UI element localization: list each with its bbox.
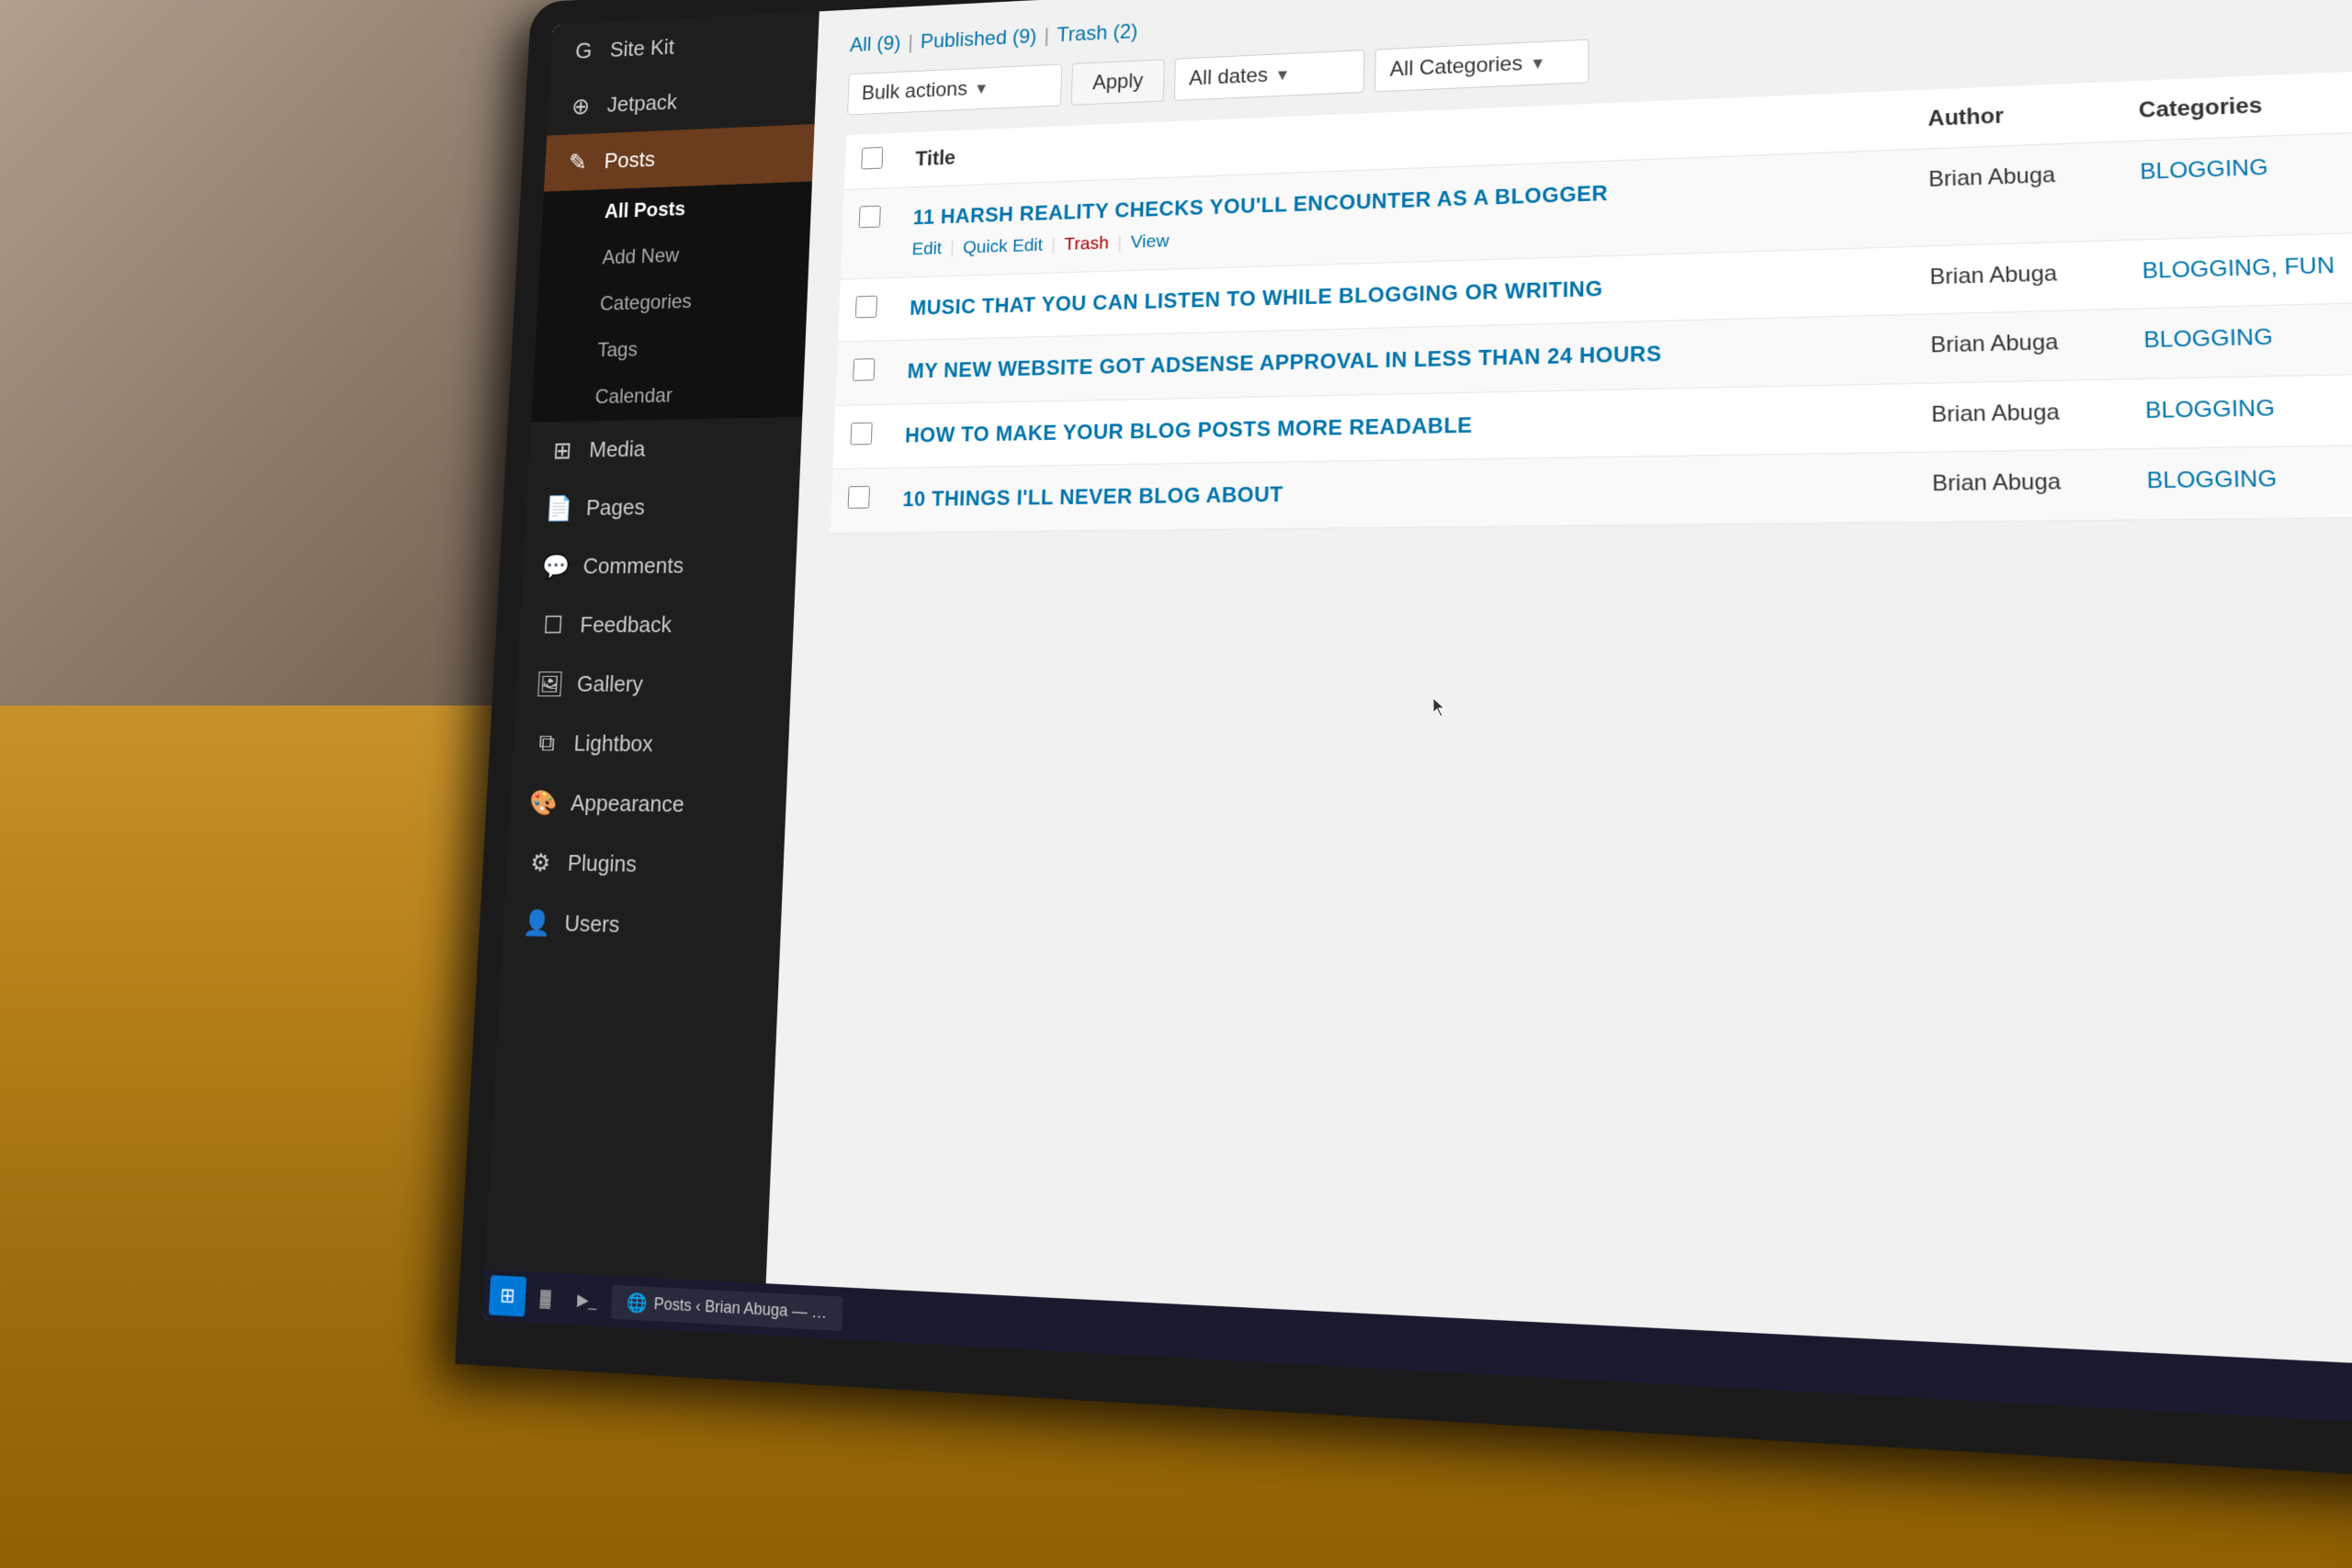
submenu-all-posts[interactable]: All Posts [588,181,812,235]
sep1: | [908,31,913,54]
row-checkbox-cell [832,404,889,469]
sidebar-label-comments: Comments [582,552,684,580]
action-separator: | [950,238,956,258]
action-separator: | [1051,234,1057,254]
feedback-icon: ☐ [538,611,569,639]
post-title-4[interactable]: HOW TO MAKE YOUR BLOG POSTS MORE READABL… [905,402,1894,450]
post-action-quick-edit[interactable]: Quick Edit [963,235,1044,258]
col-categories-header: Categories [2119,69,2352,141]
post-author-cell: Brian Abuga [1910,240,2123,314]
post-checkbox-2[interactable] [855,295,877,318]
appearance-icon: 🎨 [528,788,559,817]
sidebar-label-pages: Pages [585,494,645,521]
sidebar-label-posts: Posts [604,146,656,174]
pages-icon: 📄 [545,494,574,523]
sidebar-item-comments[interactable]: 💬 Comments [522,535,797,595]
sidebar-item-pages[interactable]: 📄 Pages [525,476,799,537]
post-title-5[interactable]: 10 THINGS I'LL NEVER BLOG ABOUT [902,472,1894,515]
categories-label: All Categories [1390,51,1523,82]
row-checkbox-cell [831,468,888,534]
laptop-screen: G Site Kit ⊕ Jetpack ✎ Posts All Posts A… [481,0,2352,1430]
dates-arrow: ▼ [1274,65,1290,84]
row-checkbox-cell [841,187,898,278]
apply-button[interactable]: Apply [1071,59,1165,106]
dates-label: All dates [1189,63,1269,91]
sidebar-label-media: Media [589,436,647,463]
submenu-categories[interactable]: Categories [583,275,808,328]
post-author-cell: Brian Abuga [1912,379,2126,453]
post-checkbox-3[interactable] [853,358,875,381]
post-author-cell: Brian Abuga [1913,449,2128,522]
sidebar-item-posts[interactable]: ✎ Posts [544,124,815,192]
sidebar-label-plugins: Plugins [567,850,637,878]
submenu-add-new[interactable]: Add New [585,228,810,282]
post-title-2[interactable]: MUSIC THAT YOU CAN LISTEN TO WHILE BLOGG… [910,265,1892,322]
sidebar-label-lightbox: Lightbox [573,730,653,758]
bulk-actions-dropdown[interactable]: Bulk actions ▼ [847,64,1062,116]
bulk-actions-arrow: ▼ [974,79,989,97]
post-category-cell[interactable]: BLOGGING [2126,445,2352,520]
sidebar-label-jetpack: Jetpack [606,89,678,118]
sidebar-item-feedback[interactable]: ☐ Feedback [518,594,795,654]
post-category-cell[interactable]: BLOGGING [2125,373,2352,449]
sep2: | [1044,25,1049,49]
users-icon: 👤 [522,908,552,938]
wp-sidebar: G Site Kit ⊕ Jetpack ✎ Posts All Posts A… [481,11,819,1335]
post-title-3[interactable]: MY NEW WEBSITE GOT ADSENSE APPROVAL IN L… [907,334,1892,387]
categories-dropdown[interactable]: All Categories ▼ [1374,39,1589,93]
plugins-icon: ⚙ [526,848,556,877]
action-separator: | [1117,232,1123,254]
post-author-cell: Brian Abuga [1911,310,2125,384]
sidebar-label-appearance: Appearance [571,790,685,818]
laptop-frame: G Site Kit ⊕ Jetpack ✎ Posts All Posts A… [455,0,2352,1485]
posts-submenu: All Posts Add New Categories Tags Calend… [531,181,812,422]
submenu-calendar[interactable]: Calendar [578,369,804,422]
post-action-view[interactable]: View [1130,231,1170,253]
posts-area: All (9) | Published (9) | Trash (2) Bulk… [763,0,2352,1430]
sidebar-item-lightbox[interactable]: ⧉ Lightbox [512,714,789,775]
sidebar-item-appearance[interactable]: 🎨 Appearance [509,773,787,836]
filter-all[interactable]: All (9) [850,32,901,58]
filter-trash[interactable]: Trash (2) [1057,20,1138,48]
dates-dropdown[interactable]: All dates ▼ [1174,50,1365,101]
post-action-trash[interactable]: Trash [1064,232,1109,254]
sidebar-label-sitekit: Site Kit [609,34,674,62]
post-category-cell[interactable]: BLOGGING [2120,130,2352,240]
post-author-cell: Brian Abuga [1909,141,2121,246]
lightbox-icon: ⧉ [532,729,562,758]
filter-links: All (9) | Published (9) | Trash (2) [850,20,1138,58]
posts-table: Title Author Categories 11 HARSH REALITY… [831,69,2352,534]
bulk-actions-label: Bulk actions [861,77,967,106]
row-checkbox-cell [838,277,895,342]
select-all-checkbox[interactable] [861,147,883,170]
col-author-header: Author [1908,82,2120,150]
sidebar-item-gallery[interactable]: 🖼 Gallery [515,654,793,715]
sidebar-label-gallery: Gallery [576,671,643,697]
jetpack-icon: ⊕ [566,92,595,119]
comments-icon: 💬 [541,552,571,581]
sidebar-item-media[interactable]: ⊞ Media [528,417,803,480]
media-icon: ⊞ [548,436,577,465]
post-category-cell[interactable]: BLOGGING, FUN [2121,231,2352,309]
sidebar-label-users: Users [564,910,620,939]
sidebar-item-plugins[interactable]: ⚙ Plugins [505,832,785,897]
gallery-icon: 🖼 [535,670,565,698]
categories-arrow: ▼ [1530,54,1546,73]
post-checkbox-1[interactable] [859,206,881,229]
filter-published[interactable]: Published (9) [920,25,1036,54]
sidebar-item-users[interactable]: 👤 Users [502,892,782,959]
post-action-edit[interactable]: Edit [911,238,942,259]
taskbar-browser-tab[interactable]: 🌐 Posts ‹ Brian Abuga — … [763,1284,842,1330]
post-category-cell[interactable]: BLOGGING [2123,301,2352,378]
wp-main-content: All (9) | Published (9) | Trash (2) Bulk… [763,0,2352,1430]
sitekit-icon: G [570,38,599,65]
sidebar-label-feedback: Feedback [580,612,673,638]
submenu-tags[interactable]: Tags [581,322,807,375]
select-all-header[interactable] [844,133,900,190]
post-checkbox-5[interactable] [848,486,870,509]
posts-icon: ✎ [563,148,593,175]
row-checkbox-cell [835,341,892,406]
post-checkbox-4[interactable] [850,423,872,446]
